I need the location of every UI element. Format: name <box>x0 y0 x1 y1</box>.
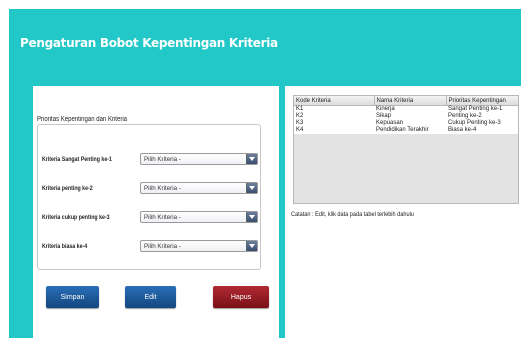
chevron-down-icon[interactable] <box>246 212 257 222</box>
cell-name[interactable]: Sikap <box>374 113 446 120</box>
criteria-select-2[interactable]: Pilih Kriteria - <box>140 182 258 194</box>
page-title: Pengaturan Bobot Kepentingan Kriteria <box>20 36 278 50</box>
chevron-down-icon[interactable] <box>246 183 257 193</box>
criteria-select-1-value: Pilih Kriteria - <box>144 156 181 163</box>
chevron-down-icon[interactable] <box>246 241 257 251</box>
cell-code[interactable]: K3 <box>294 120 374 127</box>
edit-note: Catatan : Edit, klik data pada tabel ter… <box>291 211 414 218</box>
table-header-row: Kode Kriteria Nama Kriteria Prioritas Ke… <box>294 96 519 106</box>
criteria-select-3[interactable]: Pilih Kriteria - <box>140 211 258 223</box>
criteria-select-1[interactable]: Pilih Kriteria - <box>140 153 258 165</box>
criteria-label-4: Kriteria biasa ke-4 <box>42 243 88 250</box>
cell-name[interactable]: Kinerja <box>374 105 446 113</box>
column-header-code[interactable]: Kode Kriteria <box>294 96 375 106</box>
criteria-table-panel: Kode Kriteria Nama Kriteria Prioritas Ke… <box>285 86 521 338</box>
table-row[interactable]: K4 Pendidikan Terakhir Biasa ke-4 <box>294 127 518 134</box>
criteria-row-1: Kriteria Sangat Penting ke-1 Pilih Krite… <box>38 153 260 167</box>
criteria-table: Kode Kriteria Nama Kriteria Prioritas Ke… <box>293 95 519 204</box>
table-row[interactable]: K1 Kinerja Sangat Penting ke-1 <box>294 105 518 113</box>
save-button[interactable]: Simpan <box>46 286 99 308</box>
cell-code[interactable]: K2 <box>294 113 374 120</box>
cell-priority[interactable]: Biasa ke-4 <box>446 127 518 134</box>
table-row[interactable]: K2 Sikap Penting ke-2 <box>294 113 518 120</box>
edit-button[interactable]: Edit <box>125 286 176 308</box>
criteria-row-2: Kriteria penting ke-2 Pilih Kriteria - <box>38 182 260 196</box>
table-row[interactable]: K3 Kepuasan Cukup Penting ke-3 <box>294 120 518 127</box>
cell-code[interactable]: K1 <box>294 105 374 113</box>
criteria-label-3: Kriteria cukup penting ke-3 <box>42 214 110 221</box>
criteria-label-1: Kriteria Sangat Penting ke-1 <box>42 156 112 163</box>
criteria-form-panel: Prioritas Kepentingan dari Kriteria Krit… <box>33 86 279 338</box>
cell-priority[interactable]: Penting ke-2 <box>446 113 518 120</box>
cell-priority[interactable]: Cukup Penting ke-3 <box>446 120 518 127</box>
criteria-group-box: Kriteria Sangat Penting ke-1 Pilih Krite… <box>37 124 261 270</box>
cell-priority[interactable]: Sangat Penting ke-1 <box>446 105 518 113</box>
criteria-select-3-value: Pilih Kriteria - <box>144 214 181 221</box>
delete-button[interactable]: Hapus <box>213 286 269 308</box>
column-header-name[interactable]: Nama Kriteria <box>374 96 447 106</box>
section-label: Prioritas Kepentingan dari Kriteria <box>37 116 128 123</box>
chevron-down-icon[interactable] <box>246 154 257 164</box>
criteria-label-2: Kriteria penting ke-2 <box>42 185 93 192</box>
cell-code[interactable]: K4 <box>294 127 374 134</box>
criteria-row-3: Kriteria cukup penting ke-3 Pilih Kriter… <box>38 211 260 225</box>
column-header-priority[interactable]: Prioritas Kepentingan <box>446 96 519 106</box>
cell-name[interactable]: Pendidikan Terakhir <box>374 127 446 134</box>
criteria-select-2-value: Pilih Kriteria - <box>144 185 181 192</box>
app-frame: Pengaturan Bobot Kepentingan Kriteria Pr… <box>9 9 521 338</box>
criteria-select-4[interactable]: Pilih Kriteria - <box>140 240 258 252</box>
cell-name[interactable]: Kepuasan <box>374 120 446 127</box>
criteria-row-4: Kriteria biasa ke-4 Pilih Kriteria - <box>38 240 260 254</box>
criteria-select-4-value: Pilih Kriteria - <box>144 243 181 250</box>
